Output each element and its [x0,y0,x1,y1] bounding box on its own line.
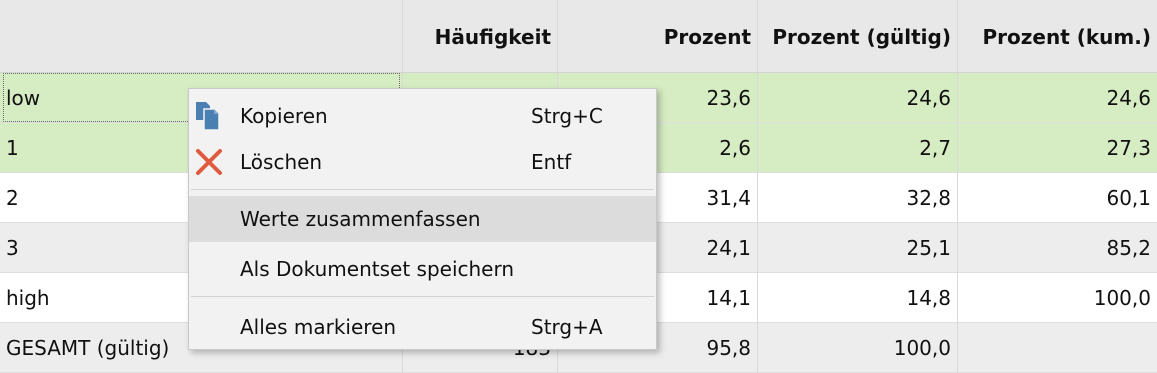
menu-separator [191,189,654,190]
header-prozent-kum[interactable]: Prozent (kum.) [957,0,1157,73]
cell-prozent-kum: 100,0 [1093,286,1151,310]
column-divider [757,0,758,373]
menu-item-label: Werte zusammenfassen [240,207,481,231]
copy-icon [193,100,225,132]
cell-prozent-kum: 85,2 [1106,236,1151,260]
table-header: Häufigkeit Prozent Prozent (gültig) Proz… [0,0,1157,73]
cell-prozent-kum: 24,6 [1106,86,1151,110]
menu-item-label: Alles markieren [240,315,397,339]
cell-prozent-kum [957,323,1157,373]
cell-prozent-gueltig: 24,6 [906,86,951,110]
menu-separator [191,296,654,297]
menu-item-label: Löschen [240,150,323,174]
header-label-column[interactable] [0,0,402,73]
menu-item-label: Kopieren [240,104,328,128]
cell-prozent-gueltig: 25,1 [906,236,951,260]
menu-item-loeschen[interactable]: Löschen Entf [189,139,656,185]
header-prozent-gueltig[interactable]: Prozent (gültig) [757,0,957,73]
menu-item-alles-markieren[interactable]: Alles markieren Strg+A [189,304,656,350]
cell-prozent-gueltig: 32,8 [906,186,951,210]
cell-prozent-gueltig: 2,7 [919,136,951,160]
cell-prozent-gueltig: 100,0 [893,336,951,360]
cell-prozent-gueltig: 14,8 [906,286,951,310]
header-haeufigkeit[interactable]: Häufigkeit [402,0,557,73]
header-prozent[interactable]: Prozent [557,0,757,73]
column-divider [957,0,958,373]
menu-item-shortcut: Strg+C [531,104,603,128]
cell-prozent-kum: 27,3 [1106,136,1151,160]
menu-item-shortcut: Entf [531,150,572,174]
menu-item-als-dokumentset-speichern[interactable]: Als Dokumentset speichern [189,246,656,292]
delete-x-icon [193,146,225,178]
menu-item-label: Als Dokumentset speichern [240,257,515,281]
menu-item-shortcut: Strg+A [531,315,603,339]
menu-item-werte-zusammenfassen[interactable]: Werte zusammenfassen [189,196,656,242]
context-menu: Kopieren Strg+C Löschen Entf Werte zusam… [188,88,657,350]
cell-prozent-kum: 60,1 [1106,186,1151,210]
menu-item-kopieren[interactable]: Kopieren Strg+C [189,93,656,139]
